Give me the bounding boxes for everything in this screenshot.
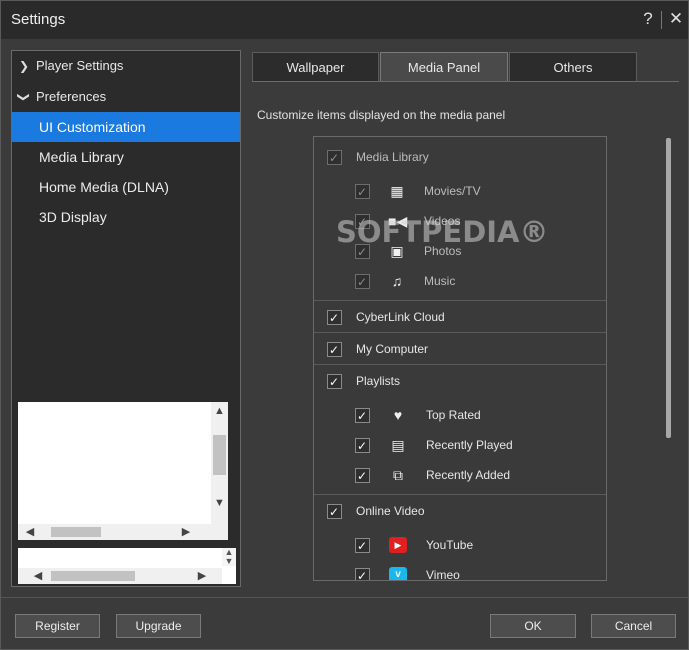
recent-play-icon: ▤ <box>391 437 405 453</box>
cancel-button[interactable]: Cancel <box>591 614 676 638</box>
help-button[interactable]: ? <box>637 8 659 30</box>
tab-media-panel[interactable]: Media Panel <box>380 52 508 82</box>
scroll-down-icon[interactable]: ▼ <box>211 494 228 512</box>
item-recently-played[interactable]: ▤ Recently Played <box>314 430 606 461</box>
nav-group-label: Player Settings <box>36 58 124 73</box>
item-label: Music <box>424 274 456 288</box>
item-label: Online Video <box>356 504 425 518</box>
preview-horizontal-scrollbar[interactable]: ◀ ▶ <box>18 524 211 540</box>
nav-item-label: UI Customization <box>39 119 146 135</box>
checkbox[interactable] <box>355 561 370 580</box>
group-divider <box>314 332 606 333</box>
chevron-right-icon: ❯ <box>18 59 30 73</box>
tab-others[interactable]: Others <box>509 52 637 82</box>
scroll-left-icon[interactable]: ◀ <box>30 568 46 584</box>
item-top-rated[interactable]: ♥ Top Rated <box>314 400 606 431</box>
scroll-thumb[interactable] <box>51 571 135 581</box>
footer-divider <box>1 597 688 598</box>
group-divider <box>314 494 606 495</box>
preview-2-horizontal-scrollbar[interactable]: ◀ ▶ <box>18 568 222 584</box>
window-title: Settings <box>11 11 66 28</box>
item-playlists[interactable]: Playlists <box>314 366 606 397</box>
item-label: Recently Played <box>426 438 513 452</box>
item-label: Playlists <box>356 374 401 388</box>
nav-item-3d-display[interactable]: 3D Display <box>12 202 240 232</box>
recent-add-icon: ⧉ <box>393 467 403 483</box>
ok-button[interactable]: OK <box>490 614 576 638</box>
scroll-left-icon[interactable]: ◀ <box>22 524 38 540</box>
tab-strip: Wallpaper Media Panel Others <box>252 52 679 82</box>
checkbox[interactable] <box>355 431 370 461</box>
upgrade-button[interactable]: Upgrade <box>116 614 201 638</box>
scroll-up-icon[interactable]: ▲ <box>211 402 228 420</box>
item-online-video[interactable]: Online Video <box>314 496 606 527</box>
media-panel-item-list: Media Library ▦ Movies/TV ■◀ Videos ▣ Ph… <box>313 136 607 581</box>
checkbox[interactable] <box>355 401 370 431</box>
youtube-icon: ▶ <box>389 537 407 553</box>
item-label: Recently Added <box>426 468 511 482</box>
scroll-thumb[interactable] <box>213 435 226 475</box>
item-my-computer[interactable]: My Computer <box>314 334 606 365</box>
register-button[interactable]: Register <box>15 614 100 638</box>
item-label: Vimeo <box>426 568 460 581</box>
title-separator <box>661 11 662 29</box>
heart-icon: ♥ <box>393 407 403 423</box>
nav-group-preferences[interactable]: ❯ Preferences <box>12 82 240 112</box>
film-icon: ▦ <box>390 183 404 199</box>
media-panel-description: Customize items displayed on the media p… <box>257 108 506 122</box>
scroll-corner <box>211 524 228 540</box>
chevron-down-icon: ❯ <box>17 91 31 103</box>
settings-window: Settings ? ✕ ❯ Player Settings ❯ Prefere… <box>0 0 689 650</box>
checkbox[interactable] <box>327 335 342 365</box>
nav-item-label: Media Library <box>39 149 124 165</box>
nav-item-label: Home Media (DLNA) <box>39 179 169 195</box>
music-note-icon: ♫ <box>391 273 403 289</box>
checkbox[interactable] <box>355 267 370 297</box>
scroll-right-icon[interactable]: ▶ <box>194 568 210 584</box>
scroll-thumb[interactable] <box>51 527 101 537</box>
item-label: Top Rated <box>426 408 481 422</box>
checkbox[interactable] <box>327 497 342 527</box>
preview-box: ▲ ▼ ◀ ▶ <box>18 402 228 540</box>
item-movies-tv[interactable]: ▦ Movies/TV <box>314 176 606 207</box>
tab-wallpaper[interactable]: Wallpaper <box>252 52 379 82</box>
nav-item-home-media[interactable]: Home Media (DLNA) <box>12 172 240 202</box>
spin-arrows-icon[interactable]: ▲ ▼ <box>222 548 236 566</box>
item-media-library[interactable]: Media Library <box>314 142 606 173</box>
group-divider <box>314 364 606 365</box>
vimeo-icon: v <box>389 567 407 580</box>
tab-underline <box>252 81 679 82</box>
group-divider <box>314 300 606 301</box>
title-bar: Settings ? ✕ <box>1 1 688 39</box>
item-label: Media Library <box>356 150 429 164</box>
item-cyberlink-cloud[interactable]: CyberLink Cloud <box>314 302 606 333</box>
nav-item-label: 3D Display <box>39 209 107 225</box>
checkbox[interactable] <box>327 143 342 173</box>
item-vimeo[interactable]: v Vimeo <box>314 560 606 581</box>
item-label: YouTube <box>426 538 474 552</box>
item-label: CyberLink Cloud <box>356 310 445 324</box>
checkbox[interactable] <box>355 177 370 207</box>
checkbox[interactable] <box>327 367 342 397</box>
nav-group-player-settings[interactable]: ❯ Player Settings <box>12 51 240 81</box>
nav-item-media-library[interactable]: Media Library <box>12 142 240 172</box>
nav-group-label: Preferences <box>36 89 107 104</box>
item-label: My Computer <box>356 342 429 356</box>
nav-item-ui-customization[interactable]: UI Customization <box>12 112 240 142</box>
checkbox[interactable] <box>355 461 370 491</box>
scroll-right-icon[interactable]: ▶ <box>178 524 194 540</box>
preview-vertical-scrollbar[interactable]: ▲ ▼ <box>211 402 228 524</box>
close-button[interactable]: ✕ <box>665 8 687 30</box>
item-recently-added[interactable]: ⧉ Recently Added <box>314 460 606 491</box>
checkbox[interactable] <box>327 303 342 333</box>
preview-box-2: ▲ ▼ ◀ ▶ <box>18 548 236 584</box>
item-youtube[interactable]: ▶ YouTube <box>314 530 606 561</box>
media-list-scrollbar[interactable] <box>666 138 671 438</box>
item-label: Movies/TV <box>424 184 481 198</box>
item-music[interactable]: ♫ Music <box>314 266 606 297</box>
checkbox[interactable] <box>355 531 370 561</box>
softpedia-watermark: SOFTPEDIA® <box>336 215 549 249</box>
